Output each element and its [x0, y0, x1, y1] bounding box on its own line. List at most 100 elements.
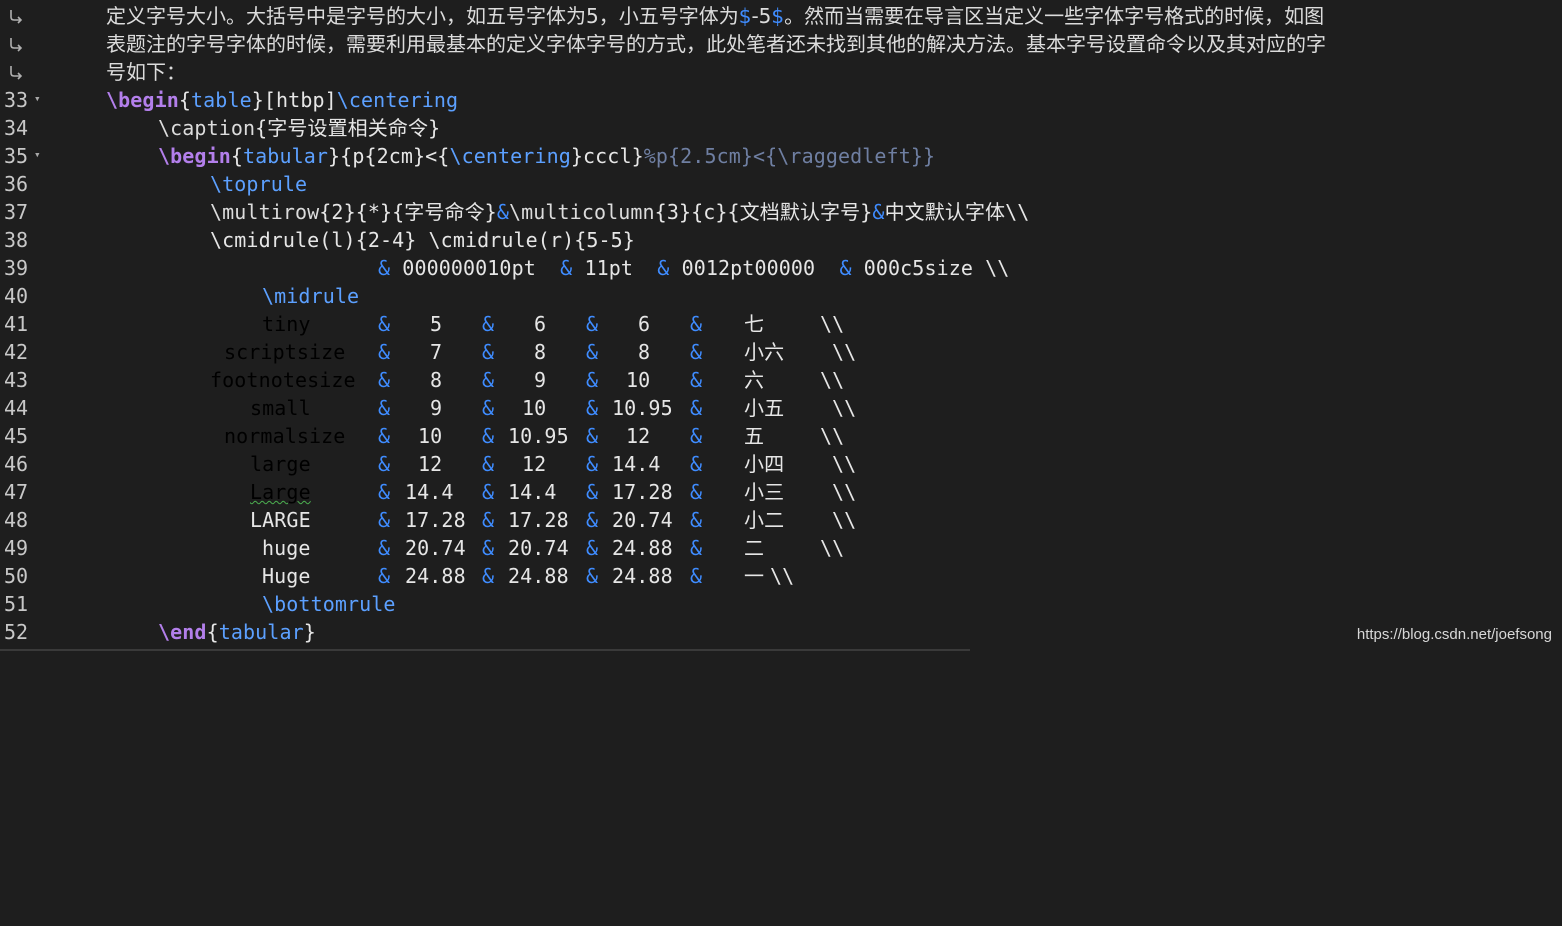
code-line-42[interactable]: 42 scriptsize & 7 & 8 & 8 & 小六 \\	[0, 338, 1562, 366]
code-line-44[interactable]: 44 small & 9 & 10 & 10.95 & 小五 \\	[0, 394, 1562, 422]
code-line-39[interactable]: 39 & 000000010pt & 11pt & 0012pt00000 & …	[0, 254, 1562, 282]
line-number: 42	[4, 340, 29, 364]
row-size-name: Huge	[262, 564, 311, 588]
ampersand: &	[690, 424, 703, 448]
row-chinese: 小四	[744, 452, 785, 476]
row-cell: 10	[418, 424, 443, 448]
row-end: \\	[832, 340, 857, 364]
ampersand: &	[378, 368, 391, 392]
row-end: \\	[770, 564, 795, 588]
code-line-41[interactable]: 41 tiny & 5 & 6 & 6 & 七 \\	[0, 310, 1562, 338]
row-end: \\	[832, 396, 857, 420]
row-cell: 20.74	[508, 536, 569, 560]
row-cell: 5	[430, 312, 443, 336]
code-line-40[interactable]: 40 \midrule	[0, 282, 1562, 310]
ampersand: &	[586, 368, 599, 392]
prose-line-3: 号如下：	[0, 58, 1562, 86]
line-number: 40	[4, 284, 29, 308]
prose-line-1: 定义字号大小。大括号中是字号的大小，如五号字体为5，小五号字体为$-5$。然而当…	[0, 2, 1562, 30]
row-cell: 6	[638, 312, 651, 336]
code-text: \multirow{2}{*}{字号命令}&\multicolumn{3}{c}…	[210, 200, 1030, 224]
line-number: 38	[4, 228, 29, 252]
code-line-35[interactable]: 35 ▾ \begin{tabular}{p{2cm}<{\centering}…	[0, 142, 1562, 170]
wrap-continuation-icon	[10, 10, 23, 24]
row-size-name: normalsize	[224, 424, 346, 448]
ampersand: &	[378, 452, 391, 476]
row-end: \\	[820, 424, 845, 448]
ampersand: &	[482, 452, 495, 476]
row-cell: 12	[418, 452, 443, 476]
code-line-46[interactable]: 46 large & 12 & 12 & 14.4 & 小四 \\	[0, 450, 1562, 478]
row-chinese: 小三	[744, 480, 785, 504]
line-number: 46	[4, 452, 29, 476]
prose-line-2: 表题注的字号字体的时候，需要利用最基本的定义字体字号的方式，此处笔者还未找到其他…	[0, 30, 1562, 58]
wrap-continuation-icon	[10, 38, 23, 52]
row-cell: 14.4	[612, 452, 661, 476]
ampersand: &	[482, 340, 495, 364]
row-chinese: 一	[744, 564, 765, 588]
row-end: \\	[820, 368, 845, 392]
ampersand: &	[586, 312, 599, 336]
row-cell: 24.88	[612, 564, 673, 588]
row-end: \\	[832, 508, 857, 532]
code-line-36[interactable]: 36 \toprule	[0, 170, 1562, 198]
wrap-continuation-icon	[10, 66, 23, 80]
ampersand: &	[482, 396, 495, 420]
line-number: 44	[4, 396, 29, 420]
code-line-45[interactable]: 45 normalsize & 10 & 10.95 & 12 & 五 \\	[0, 422, 1562, 450]
ampersand: &	[586, 340, 599, 364]
ampersand: &	[586, 396, 599, 420]
code-text: \begin{table}[htbp]\centering	[106, 88, 459, 112]
code-line-47[interactable]: 47 Large & 14.4 & 14.4 & 17.28 & 小三 \\	[0, 478, 1562, 506]
row-size-name: tiny	[262, 312, 311, 336]
line-number: 51	[4, 592, 29, 616]
prose-text-1: 定义字号大小。大括号中是字号的大小，如五号字体为5，小五号字体为$-5$。然而当…	[106, 4, 1325, 28]
ampersand: &	[482, 508, 495, 532]
row-cell: 17.28	[508, 508, 569, 532]
ampersand: &	[378, 480, 391, 504]
prose-text-3: 号如下：	[106, 60, 186, 84]
line-number: 47	[4, 480, 29, 504]
code-line-37[interactable]: 37 \multirow{2}{*}{字号命令}&\multicolumn{3}…	[0, 198, 1562, 226]
code-editor[interactable]: 定义字号大小。大括号中是字号的大小，如五号字体为5，小五号字体为$-5$。然而当…	[0, 0, 1562, 651]
code-line-49[interactable]: 49 huge & 20.74 & 20.74 & 24.88 & 二 \\	[0, 534, 1562, 562]
row-end: \\	[832, 452, 857, 476]
fold-arrow-icon[interactable]: ▾	[34, 142, 44, 170]
row-chinese: 六	[744, 368, 765, 392]
row-cell: 9	[430, 396, 443, 420]
ampersand: &	[482, 536, 495, 560]
ampersand: &	[690, 480, 703, 504]
code-text: \midrule	[262, 284, 360, 308]
row-chinese: 小二	[744, 508, 785, 532]
row-chinese: 小五	[744, 396, 785, 420]
row-cell: 10.95	[612, 396, 673, 420]
watermark: https://blog.csdn.net/joefsong	[1356, 626, 1552, 643]
code-line-43[interactable]: 43 footnotesize & 8 & 9 & 10 & 六 \\	[0, 366, 1562, 394]
code-line-52[interactable]: 52 \end{tabular}	[0, 618, 1562, 646]
ampersand: &	[690, 508, 703, 532]
ampersand: &	[482, 564, 495, 588]
code-line-50[interactable]: 50 Huge & 24.88 & 24.88 & 24.88 & 一 \\	[0, 562, 1562, 590]
ampersand: &	[482, 312, 495, 336]
row-cell: 17.28	[405, 508, 466, 532]
line-number: 45	[4, 424, 29, 448]
line-number: 36	[4, 172, 29, 196]
code-line-38[interactable]: 38 \cmidrule(l){2-4} \cmidrule(r){5-5}	[0, 226, 1562, 254]
row-size-name: large	[250, 452, 311, 476]
ampersand: &	[586, 424, 599, 448]
fold-arrow-icon[interactable]: ▾	[34, 86, 44, 114]
code-line-48[interactable]: 48 LARGE & 17.28 & 17.28 & 20.74 & 小二 \\	[0, 506, 1562, 534]
row-cell: 10	[522, 396, 547, 420]
row-size-name: footnotesize	[210, 368, 356, 392]
code-line-33[interactable]: 33 ▾ \begin{table}[htbp]\centering	[0, 86, 1562, 114]
ampersand: &	[690, 312, 703, 336]
ampersand: &	[690, 564, 703, 588]
ampersand: &	[586, 536, 599, 560]
ampersand: &	[586, 564, 599, 588]
code-text: \bottomrule	[262, 592, 396, 616]
ampersand: &	[378, 536, 391, 560]
ampersand: &	[378, 340, 391, 364]
code-line-34[interactable]: 34 \caption{字号设置相关命令}	[0, 114, 1562, 142]
code-line-51[interactable]: 51 \bottomrule	[0, 590, 1562, 618]
line-number: 50	[4, 564, 29, 588]
